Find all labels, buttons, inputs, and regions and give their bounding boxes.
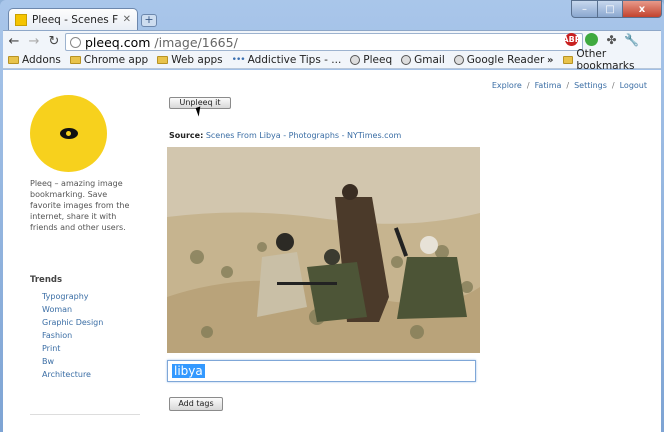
- bookmark-label: Pleeq: [363, 54, 393, 66]
- nav-separator: /: [526, 81, 530, 90]
- other-bookmarks-label: Other bookmarks: [576, 48, 635, 72]
- bookmark-addons[interactable]: Addons: [8, 54, 61, 66]
- tab-pleeq[interactable]: Pleeq - Scenes From L ✕: [8, 8, 138, 30]
- trend-link[interactable]: Bw: [42, 355, 103, 368]
- trends-list: Typography Woman Graphic Design Fashion …: [42, 290, 103, 381]
- bookmark-pleeq[interactable]: Pleeq: [350, 54, 392, 66]
- browser-window: Pleeq - Scenes From L ✕ + – □ x ← → ↻ pl…: [0, 0, 664, 432]
- puzzle-icon[interactable]: ✤: [605, 33, 618, 47]
- trend-link[interactable]: Print: [42, 342, 103, 355]
- adblock-icon[interactable]: ABP: [562, 33, 581, 46]
- globe-icon: [401, 55, 412, 65]
- green-extension-icon[interactable]: [585, 33, 598, 46]
- other-bookmarks[interactable]: Other bookmarks: [563, 48, 661, 72]
- pleeq-favicon-icon: [15, 13, 27, 26]
- trend-link[interactable]: Woman: [42, 303, 103, 316]
- bookmark-label: Addons: [22, 54, 61, 66]
- nav-user[interactable]: Fatima: [535, 81, 562, 90]
- new-tab-button[interactable]: +: [141, 14, 157, 27]
- bookmark-chrome-app[interactable]: Chrome app: [69, 54, 149, 66]
- bookmark-gmail[interactable]: Gmail: [401, 54, 445, 66]
- source-link[interactable]: Scenes From Libya - Photographs - NYTime…: [206, 131, 401, 140]
- bookmark-label: Chrome app: [83, 54, 149, 66]
- bookmark-web-apps[interactable]: Web apps: [157, 54, 223, 66]
- source-line: Source: Scenes From Libya - Photographs …: [169, 131, 401, 140]
- source-label: Source:: [169, 131, 204, 140]
- dots-icon: •••: [231, 55, 246, 65]
- bookmark-label: Google Reader: [466, 54, 545, 66]
- forward-icon[interactable]: →: [27, 34, 41, 49]
- bookmark-label: Addictive Tips - ...: [247, 54, 342, 66]
- bookmarked-photo[interactable]: [167, 147, 480, 353]
- globe-icon: [350, 55, 361, 65]
- trend-link[interactable]: Architecture: [42, 368, 103, 381]
- page-icon: [70, 36, 81, 48]
- tag-input-value: libya: [172, 364, 205, 378]
- page-content: Explore / Fatima / Settings / Logout Ple…: [3, 70, 661, 432]
- top-nav: Explore / Fatima / Settings / Logout: [492, 81, 647, 90]
- maximize-button[interactable]: □: [597, 0, 623, 18]
- sidebar-divider: [30, 414, 140, 415]
- trends-heading: Trends: [30, 275, 63, 285]
- nav-explore[interactable]: Explore: [492, 81, 522, 90]
- nav-separator: /: [566, 81, 570, 90]
- url-host: pleeq.com: [85, 34, 151, 50]
- back-icon[interactable]: ←: [7, 34, 21, 49]
- bookmark-label: Gmail: [414, 54, 445, 66]
- tag-input[interactable]: libya: [167, 360, 476, 382]
- nav-separator: /: [611, 81, 615, 90]
- address-bar[interactable]: pleeq.com/image/1665/: [65, 33, 583, 51]
- nav-settings[interactable]: Settings: [574, 81, 607, 90]
- tab-close-icon[interactable]: ✕: [123, 14, 131, 25]
- pleeq-logo[interactable]: [30, 95, 107, 172]
- close-window-button[interactable]: x: [622, 0, 662, 18]
- photo-scene: [167, 147, 480, 353]
- tab-title: Pleeq - Scenes From L: [32, 13, 118, 26]
- bookmarks-bar: Addons Chrome app Web apps ••• Addictive …: [3, 48, 661, 72]
- minimize-button[interactable]: –: [571, 0, 598, 18]
- folder-icon: [69, 56, 81, 64]
- bookmarks-overflow-icon[interactable]: »: [547, 55, 553, 66]
- reload-icon[interactable]: ↻: [47, 34, 61, 49]
- extension-icons: ABP ✤ 🔧: [562, 33, 639, 47]
- folder-icon: [157, 56, 169, 64]
- folder-icon: [8, 56, 19, 64]
- folder-icon: [563, 56, 574, 64]
- nav-logout[interactable]: Logout: [620, 81, 647, 90]
- trend-link[interactable]: Graphic Design: [42, 316, 103, 329]
- trend-link[interactable]: Fashion: [42, 329, 103, 342]
- add-tags-button[interactable]: Add tags: [169, 397, 223, 411]
- trend-link[interactable]: Typography: [42, 290, 103, 303]
- bookmark-google-reader[interactable]: Google Reader: [453, 54, 545, 66]
- wrench-icon[interactable]: 🔧: [624, 33, 639, 47]
- bookmark-label: Web apps: [171, 54, 223, 66]
- globe-icon: [453, 55, 464, 65]
- url-path: /image/1665/: [154, 34, 238, 50]
- about-text: Pleeq – amazing image bookmarking. Save …: [30, 179, 130, 232]
- bookmark-addictive-tips[interactable]: ••• Addictive Tips - ...: [232, 54, 342, 66]
- eye-icon: [59, 128, 78, 139]
